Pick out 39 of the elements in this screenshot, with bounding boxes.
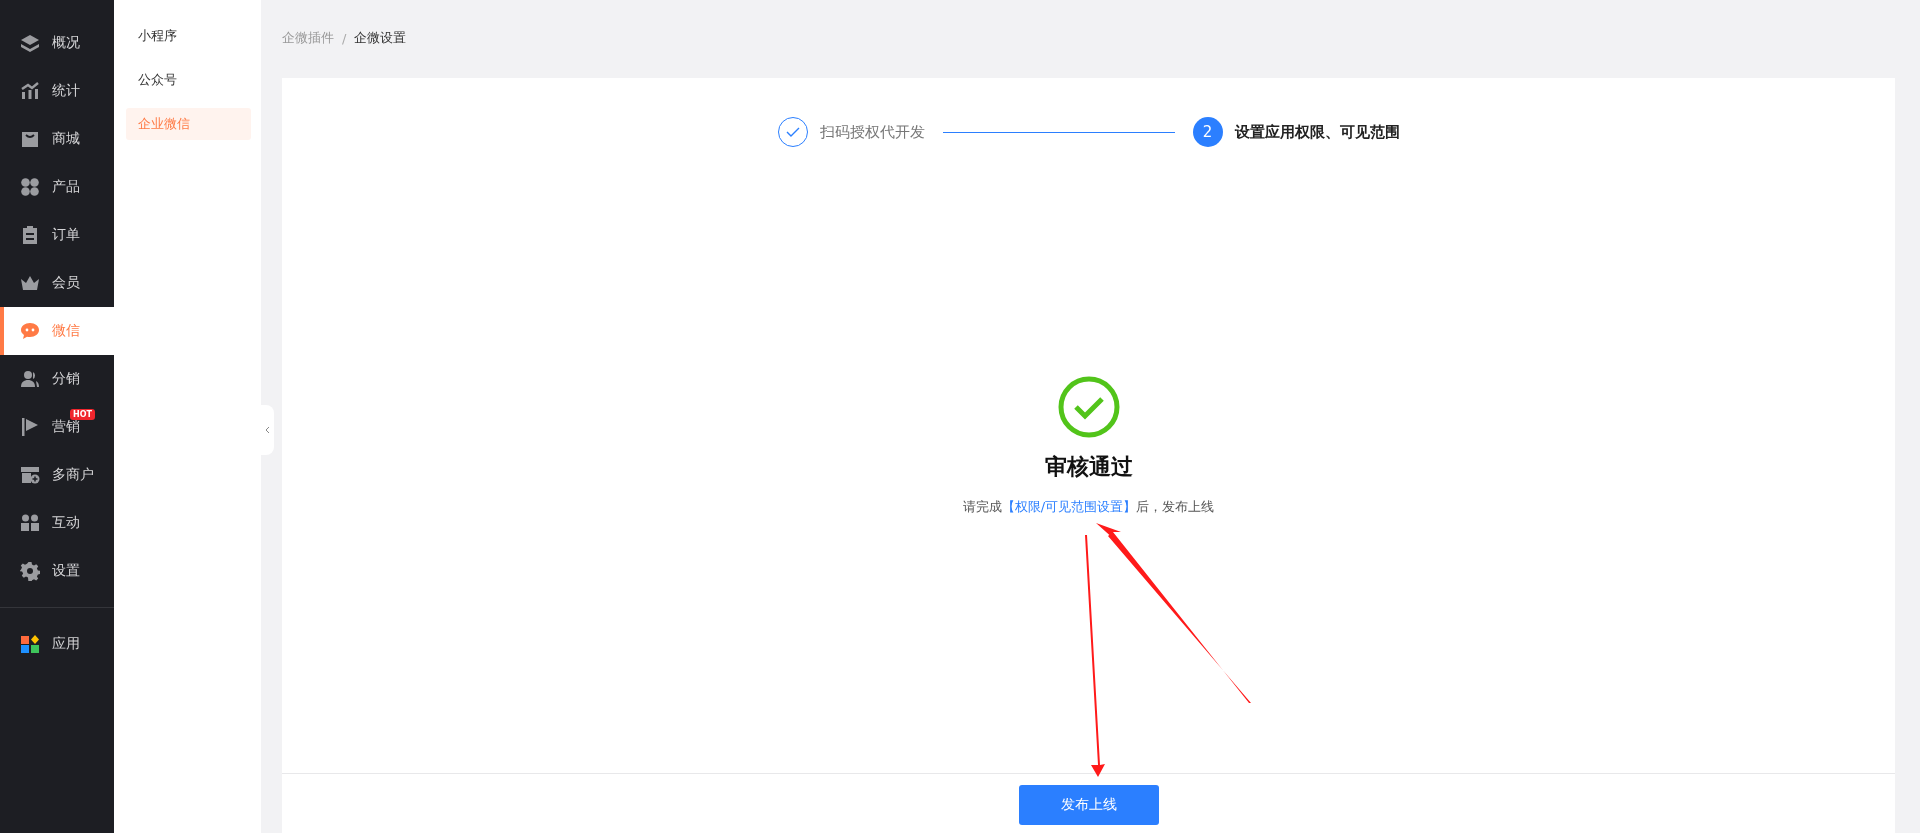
- people-icon: [20, 513, 40, 533]
- sidebar-item[interactable]: 会员: [0, 259, 114, 307]
- chevron-left-icon: [265, 426, 270, 434]
- sidebar-item[interactable]: 产品: [0, 163, 114, 211]
- sidebar-item[interactable]: 设置: [0, 547, 114, 595]
- sidebar-item[interactable]: 概况: [0, 19, 114, 67]
- layers-icon: [20, 33, 40, 53]
- chart-icon: [20, 81, 40, 101]
- step-label: 设置应用权限、可见范围: [1234, 122, 1400, 142]
- chat-bubble-icon: [20, 321, 40, 341]
- flag-icon: [20, 417, 40, 437]
- people-icon: [20, 369, 40, 389]
- sidebar-item[interactable]: 多商户: [0, 451, 114, 499]
- result-title: 审核通过: [1044, 453, 1133, 481]
- breadcrumb-separator: /: [342, 30, 347, 46]
- sidebar-item[interactable]: 分销: [0, 355, 114, 403]
- submenu-item[interactable]: 公众号: [126, 64, 251, 96]
- collapse-handle[interactable]: [261, 405, 274, 455]
- grid-icon: [20, 177, 40, 197]
- hot-badge: HOT: [70, 409, 95, 420]
- step-label: 扫码授权代开发: [819, 122, 925, 142]
- sidebar-item[interactable]: 统计: [0, 67, 114, 115]
- apps-icon: [20, 634, 40, 654]
- gear-icon: [20, 561, 40, 581]
- sidebar-item[interactable]: 应用: [0, 620, 114, 668]
- publish-button[interactable]: 发布上线: [1018, 785, 1159, 825]
- submenu-item[interactable]: 小程序: [126, 20, 251, 52]
- sidebar-item[interactable]: 商城: [0, 115, 114, 163]
- result-message: 请完成【权限/可见范围设置】后，发布上线: [962, 498, 1215, 516]
- settings-link[interactable]: 【权限/可见范围设置】: [1001, 499, 1137, 514]
- clipboard-icon: [20, 225, 40, 245]
- sidebar-item[interactable]: 订单: [0, 211, 114, 259]
- breadcrumb-current: 企微设置: [354, 29, 407, 47]
- sidebar-item[interactable]: HOT 营销: [0, 403, 114, 451]
- sidebar-item[interactable]: 互动: [0, 499, 114, 547]
- store-icon: [20, 465, 40, 485]
- bag-icon: [20, 129, 40, 149]
- success-check-icon: [1057, 376, 1120, 438]
- step-number: 2: [1192, 117, 1223, 147]
